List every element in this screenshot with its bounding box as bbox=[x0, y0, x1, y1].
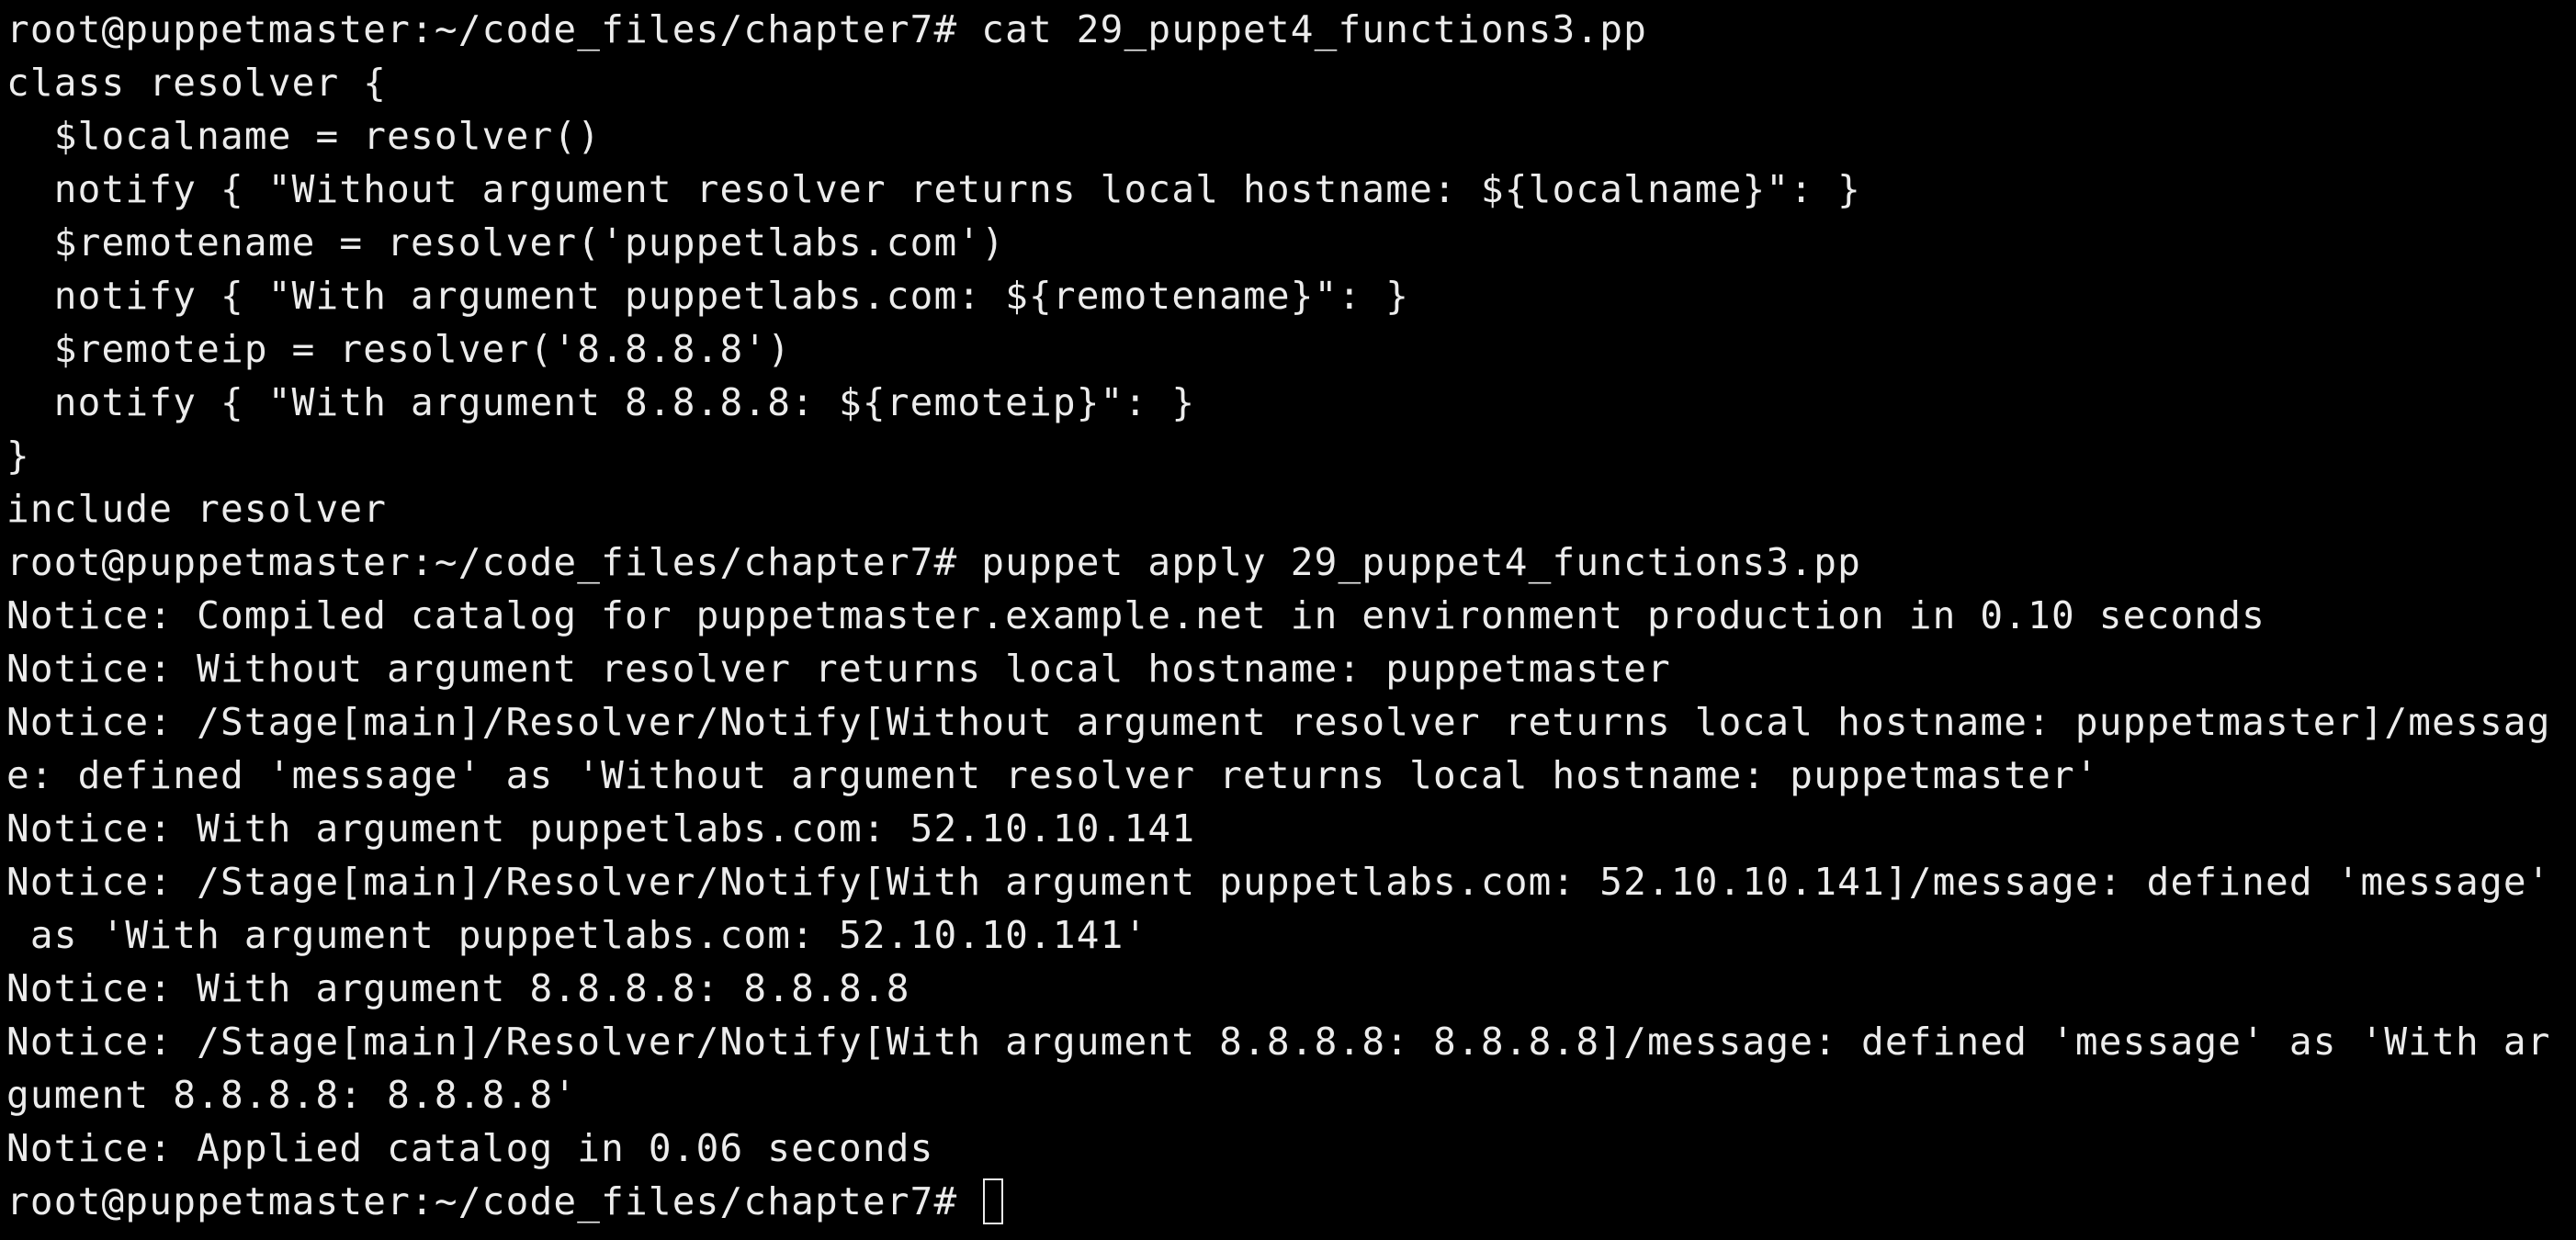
terminal-line: Notice: Compiled catalog for puppetmaste… bbox=[6, 593, 2265, 637]
terminal-line: } bbox=[6, 434, 30, 478]
text-cursor bbox=[983, 1178, 1004, 1224]
terminal-line: Notice: /Stage[main]/Resolver/Notify[Wit… bbox=[6, 1020, 2551, 1064]
terminal-line: $remoteip = resolver('8.8.8.8') bbox=[6, 327, 792, 371]
terminal-output: root@puppetmaster:~/code_files/chapter7#… bbox=[6, 3, 2570, 1228]
shell-prompt: root@puppetmaster:~/code_files/chapter7# bbox=[6, 1179, 982, 1223]
terminal-line: notify { "With argument 8.8.8.8: ${remot… bbox=[6, 380, 1196, 424]
terminal-line: as 'With argument puppetlabs.com: 52.10.… bbox=[6, 913, 1148, 957]
terminal-line: notify { "Without argument resolver retu… bbox=[6, 167, 1861, 211]
terminal-line: root@puppetmaster:~/code_files/chapter7#… bbox=[6, 540, 1861, 584]
terminal-line: root@puppetmaster:~/code_files/chapter7#… bbox=[6, 7, 1648, 51]
terminal-window[interactable]: root@puppetmaster:~/code_files/chapter7#… bbox=[0, 0, 2576, 1240]
terminal-line: $localname = resolver() bbox=[6, 114, 602, 158]
terminal-line: $remotename = resolver('puppetlabs.com') bbox=[6, 220, 1006, 265]
terminal-line: gument 8.8.8.8: 8.8.8.8' bbox=[6, 1073, 578, 1117]
terminal-line: e: defined 'message' as 'Without argumen… bbox=[6, 753, 2099, 797]
terminal-line: class resolver { bbox=[6, 61, 388, 105]
terminal-line: Notice: /Stage[main]/Resolver/Notify[Wit… bbox=[6, 860, 2551, 904]
terminal-line: Notice: Applied catalog in 0.06 seconds bbox=[6, 1126, 934, 1170]
terminal-line: Notice: Without argument resolver return… bbox=[6, 647, 1671, 691]
terminal-line: Notice: With argument puppetlabs.com: 52… bbox=[6, 806, 1196, 851]
terminal-line: Notice: With argument 8.8.8.8: 8.8.8.8 bbox=[6, 966, 910, 1010]
terminal-line: notify { "With argument puppetlabs.com: … bbox=[6, 274, 1410, 318]
prompt-line[interactable]: root@puppetmaster:~/code_files/chapter7# bbox=[6, 1175, 2570, 1228]
terminal-line: include resolver bbox=[6, 487, 388, 531]
terminal-line: Notice: /Stage[main]/Resolver/Notify[Wit… bbox=[6, 700, 2551, 744]
